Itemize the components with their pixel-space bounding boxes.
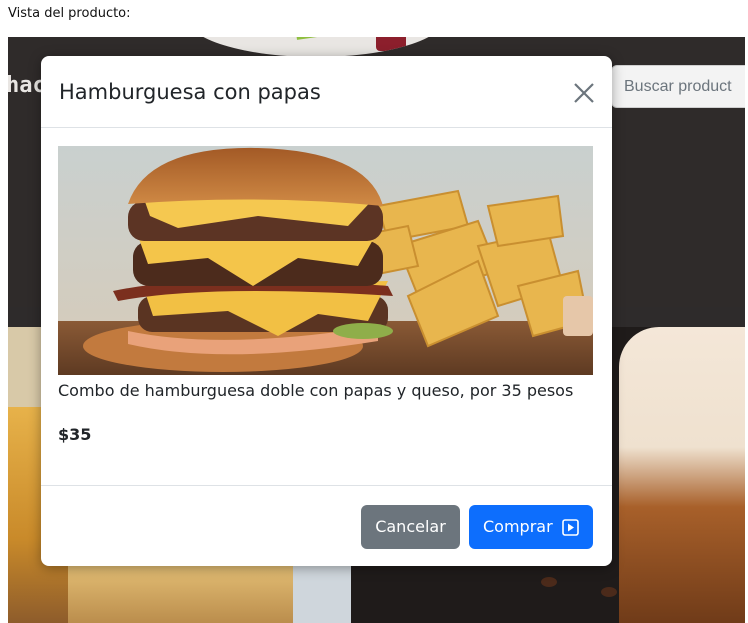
- cancel-button[interactable]: Cancelar: [361, 505, 460, 549]
- buy-button-label: Comprar: [483, 517, 553, 536]
- fries-photo-fragment: [68, 557, 293, 623]
- modal-body: Combo de hamburguesa doble con papas y q…: [41, 129, 612, 485]
- page-caption: Vista del producto:: [8, 6, 131, 21]
- close-icon: [574, 83, 594, 103]
- play-square-icon: [562, 519, 579, 536]
- product-modal: Hamburguesa con papas Combo de hamburgue…: [41, 56, 612, 566]
- buy-button[interactable]: Comprar: [469, 505, 593, 549]
- logo-letter-shape: [376, 37, 406, 51]
- brand-logo: [186, 37, 446, 57]
- coffee-bean-shape: [541, 577, 557, 587]
- burger-with-fries-photo: [58, 146, 593, 375]
- product-description: Combo de hamburguesa doble con papas y q…: [58, 381, 574, 400]
- modal-title: Hamburguesa con papas: [59, 80, 321, 104]
- frappe-photo-fragment: [619, 327, 745, 623]
- logo-lettuce-shape: [295, 37, 367, 40]
- coffee-bean-shape: [601, 587, 617, 597]
- modal-footer: Cancelar Comprar: [41, 485, 612, 566]
- product-image: [58, 146, 593, 375]
- modal-header: Hamburguesa con papas: [41, 56, 612, 128]
- search-input[interactable]: Buscar product: [611, 65, 745, 108]
- product-price: $35: [58, 425, 92, 444]
- close-button[interactable]: [569, 78, 599, 108]
